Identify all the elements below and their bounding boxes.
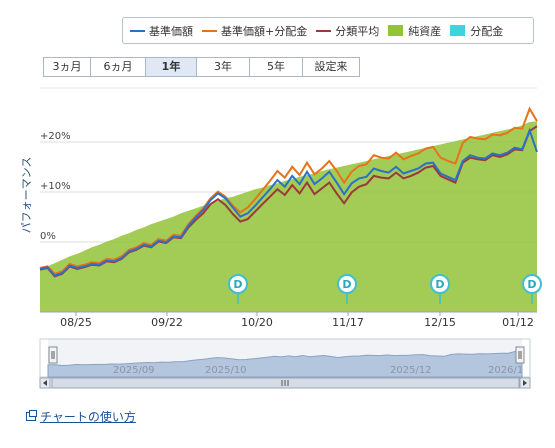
- chart-legend: 基準価額 基準価額+分配金 分類平均 純資産 分配金: [122, 17, 534, 44]
- dividend-marker-label: D: [435, 278, 444, 291]
- legend-box-swatch: [450, 25, 466, 36]
- dividend-marker-label: D: [527, 278, 536, 291]
- navigator-right-handle[interactable]: [515, 346, 525, 364]
- x-tick-label: 01/12: [502, 316, 534, 329]
- dividend-marker-label: D: [233, 278, 242, 291]
- legend-label: 基準価額+分配金: [221, 24, 308, 38]
- legend-item[interactable]: 分類平均: [316, 23, 379, 39]
- period-tab[interactable]: 6ヵ月: [90, 57, 146, 77]
- y-axis-title: パフォーマンス: [20, 157, 33, 234]
- period-tab[interactable]: 設定来: [302, 57, 360, 77]
- legend-item[interactable]: 分配金: [450, 23, 503, 39]
- legend-line-swatch: [130, 29, 145, 32]
- range-navigator[interactable]: 2025/092025/102025/122026/1: [0, 335, 555, 393]
- period-tab[interactable]: 3年: [196, 57, 250, 77]
- y-tick-label: +20%: [40, 131, 71, 142]
- x-tick-label: 09/22: [151, 316, 183, 329]
- legend-item[interactable]: 基準価額+分配金: [202, 23, 307, 39]
- x-tick-label: 10/20: [241, 316, 273, 329]
- navigator-left-handle[interactable]: [48, 346, 58, 364]
- dividend-marker-label: D: [342, 278, 351, 291]
- x-tick-label: 12/15: [424, 316, 456, 329]
- period-tab[interactable]: 3ヵ月: [43, 57, 91, 77]
- legend-item[interactable]: 純資産: [388, 23, 441, 39]
- legend-label: 基準価額: [149, 24, 193, 38]
- help-link-label[interactable]: チャートの使い方: [40, 408, 136, 425]
- legend-line-swatch: [316, 29, 332, 32]
- arrow-left-icon[interactable]: [39, 377, 51, 389]
- legend-item[interactable]: 基準価額: [130, 23, 193, 39]
- x-tick-labels: 08/25 09/22 10/20 11/17 12/15 01/12: [60, 312, 534, 329]
- external-window-icon: [26, 410, 37, 421]
- arrow-right-icon[interactable]: [519, 377, 531, 389]
- period-tab[interactable]: 5年: [249, 57, 303, 77]
- legend-line-swatch: [202, 29, 217, 32]
- x-tick-label: 08/25: [60, 316, 92, 329]
- legend-box-swatch: [388, 25, 404, 36]
- chart-help-link[interactable]: チャートの使い方: [26, 408, 136, 425]
- navigator-selection[interactable]: [48, 339, 522, 377]
- period-tabs: 3ヵ月 6ヵ月 1年 3年 5年 設定来: [43, 57, 360, 77]
- x-tick-label: 11/17: [332, 316, 364, 329]
- period-tab[interactable]: 1年: [145, 57, 197, 77]
- legend-label: 分配金: [470, 24, 504, 38]
- performance-chart: D D D D +20% +10% 0% パフォーマンス 08/25 09/22 10/2…: [20, 87, 542, 329]
- y-tick-label: +10%: [40, 181, 71, 192]
- legend-label: 純資産: [408, 24, 442, 38]
- legend-label: 分類平均: [335, 24, 380, 38]
- y-tick-label: 0%: [40, 231, 56, 242]
